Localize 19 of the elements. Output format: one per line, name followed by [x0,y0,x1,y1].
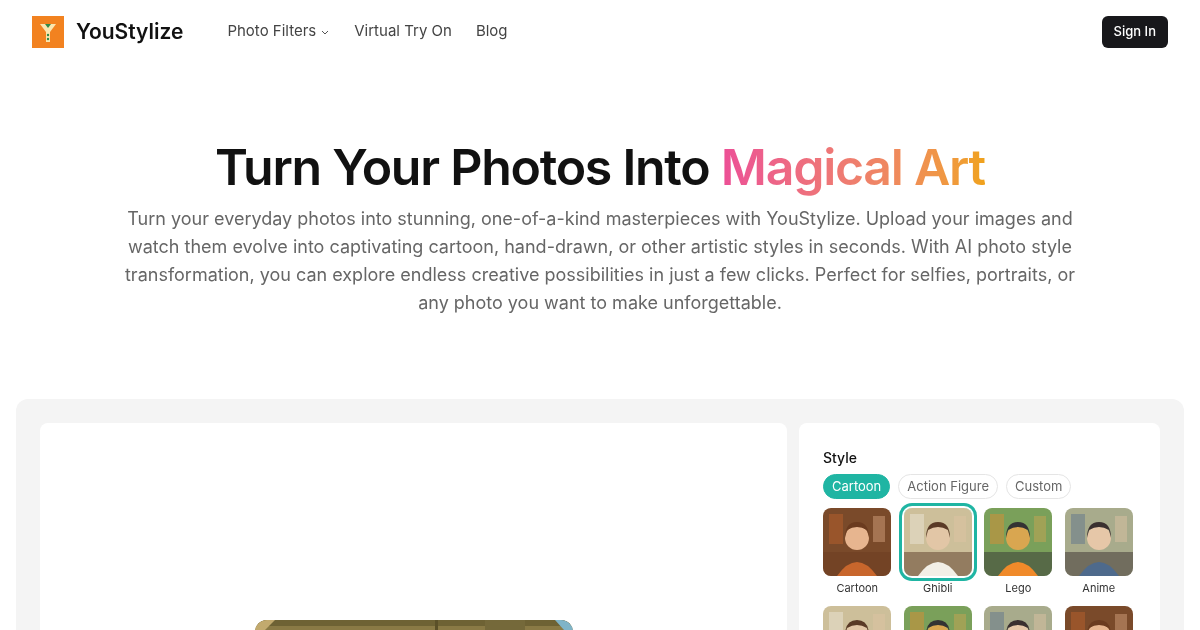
style-label: Anime [1082,580,1116,597]
style-option[interactable]: Lego [984,508,1053,597]
sign-in-button[interactable]: Sign In [1101,15,1168,48]
logo-icon [32,15,64,48]
brand-name[interactable]: YouStylize [76,15,184,48]
style-label: Ghibli [923,580,953,597]
nav-link[interactable]: Photo Filters [227,20,331,43]
nav-link[interactable]: Blog [475,20,508,43]
style-tab[interactable]: Action Figure [898,474,998,499]
style-heading: Style [823,448,858,468]
hero-title: Turn Your Photos Into Magical Art [214,137,986,197]
style-option[interactable]: Ghibli [903,508,972,597]
style-tab[interactable]: Custom [1005,474,1072,499]
nav-link[interactable]: Virtual Try On [354,20,452,43]
hero-description: Turn your everyday photos into stunning, one-of-a-kind masterpieces with YouStylize. Upload your images and watch them evolve into captivating cartoon, hand-drawn, or other artistic styles in seconds. With AI photo style transformation, you can explore endless creative possibilities in just a few clicks. Perfect for selfies, portraits, or any photo you want to make unforgettable. [124,207,1076,315]
style-option[interactable]: Cartoon [823,508,892,597]
style-label: Cartoon [836,580,879,597]
style-label: Lego [1005,580,1032,597]
style-option[interactable]: Anime [1064,508,1133,597]
